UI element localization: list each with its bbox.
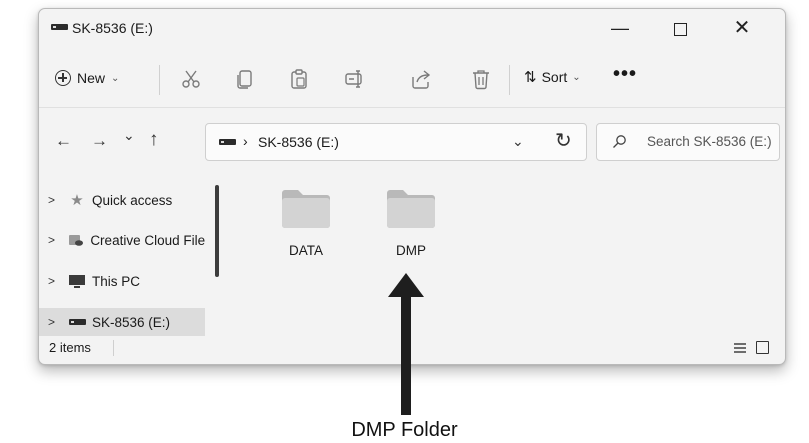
back-button[interactable]: ← xyxy=(55,131,72,151)
sidebar-item-quick-access[interactable]: > ★ Quick access xyxy=(39,186,205,214)
maximize-icon xyxy=(673,22,687,36)
new-button[interactable]: New ⌄ xyxy=(55,64,119,92)
address-bar[interactable]: › SK-8536 (E:) ⌄ ↻ xyxy=(205,123,587,161)
navigation-pane: > ★ Quick access > Creative Cloud Files … xyxy=(39,174,209,336)
more-options-button[interactable]: ••• xyxy=(613,63,637,86)
toolbar-divider xyxy=(509,65,510,95)
expand-chevron-icon[interactable]: > xyxy=(39,193,68,207)
plus-circle-icon xyxy=(55,70,71,86)
sort-button[interactable]: ⇅ Sort ⌄ xyxy=(524,68,581,86)
forward-button[interactable]: → xyxy=(91,131,108,151)
cloud-folder-icon xyxy=(67,233,84,247)
folder-icon xyxy=(387,190,435,228)
monitor-icon xyxy=(68,274,86,289)
sort-icon: ⇅ xyxy=(524,69,537,86)
rename-icon[interactable] xyxy=(343,67,367,91)
up-button[interactable]: ↑ xyxy=(149,129,159,151)
folder-icon xyxy=(282,190,330,228)
toolbar-divider xyxy=(159,65,160,95)
annotation-arrow-icon xyxy=(388,273,424,415)
title-bar[interactable]: SK-8536 (E:) — ✕ xyxy=(39,9,785,47)
breadcrumb-drive[interactable]: SK-8536 (E:) xyxy=(258,134,339,150)
minimize-button[interactable]: — xyxy=(597,13,643,43)
file-list: DATA DMP xyxy=(234,174,774,334)
sidebar-item-label: This PC xyxy=(92,273,141,289)
new-label: New xyxy=(77,70,106,86)
copy-icon[interactable] xyxy=(233,67,257,91)
sidebar-item-label: Creative Cloud Files xyxy=(90,232,205,248)
folder-name: DATA xyxy=(288,243,323,258)
sort-label: Sort xyxy=(541,69,568,85)
command-bar: New ⌄ ⇅ Sort ⌄ ••• xyxy=(39,53,785,105)
address-dropdown-icon[interactable]: ⌄ xyxy=(512,133,524,150)
chevron-down-icon: ⌄ xyxy=(111,72,120,84)
maximize-button[interactable] xyxy=(657,13,703,43)
annotation-caption: DMP Folder xyxy=(351,419,458,441)
refresh-button[interactable]: ↻ xyxy=(555,128,572,153)
folder-name: DMP xyxy=(396,243,426,258)
drive-icon xyxy=(68,319,86,325)
folder-item-data[interactable]: DATA xyxy=(266,187,346,258)
folder-item-dmp[interactable]: DMP xyxy=(371,187,451,258)
cut-icon[interactable] xyxy=(179,67,203,91)
sidebar-item-creative-cloud[interactable]: > Creative Cloud Files xyxy=(39,226,205,254)
navigation-bar: ← → ⌄ ↑ › SK-8536 (E:) ⌄ ↻ Search SK-853… xyxy=(39,119,785,167)
sidebar-scrollbar[interactable] xyxy=(215,185,219,277)
expand-chevron-icon[interactable]: > xyxy=(39,315,68,329)
window-title: SK-8536 (E:) xyxy=(72,20,153,36)
expand-chevron-icon[interactable]: > xyxy=(39,274,68,288)
breadcrumb-separator: › xyxy=(243,133,248,149)
paste-icon[interactable] xyxy=(287,67,311,91)
sidebar-item-label: Quick access xyxy=(92,192,173,208)
recent-locations-button[interactable]: ⌄ xyxy=(123,127,135,144)
search-placeholder: Search SK-8536 (E:) xyxy=(647,134,772,149)
sidebar-item-this-pc[interactable]: > This PC xyxy=(39,267,205,295)
chevron-down-icon: ⌄ xyxy=(572,71,581,83)
star-icon: ★ xyxy=(70,192,84,209)
sidebar-item-drive-e[interactable]: > SK-8536 (E:) xyxy=(39,308,205,336)
toolbar-separator xyxy=(39,107,785,108)
search-input[interactable]: Search SK-8536 (E:) xyxy=(596,123,780,161)
drive-icon xyxy=(51,24,68,30)
tiles-view-icon[interactable] xyxy=(756,341,769,354)
item-count: 2 items xyxy=(49,340,91,355)
search-icon xyxy=(613,135,626,148)
details-view-icon[interactable] xyxy=(733,342,747,354)
drive-icon xyxy=(219,139,236,145)
delete-icon[interactable] xyxy=(469,67,493,91)
share-icon[interactable] xyxy=(409,67,433,91)
expand-chevron-icon[interactable]: > xyxy=(39,233,67,247)
status-divider xyxy=(113,340,114,356)
close-button[interactable]: ✕ xyxy=(719,13,765,43)
sidebar-item-label: SK-8536 (E:) xyxy=(92,314,171,330)
